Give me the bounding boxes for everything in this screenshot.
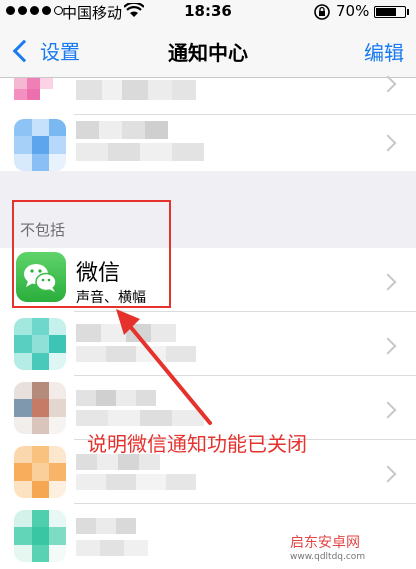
blurred-app-detail	[76, 474, 196, 490]
annotation-arrow	[116, 309, 212, 425]
watermark-url: www.qdltdq.com	[290, 552, 366, 562]
blurred-app-name	[76, 80, 196, 100]
blurred-app-name	[76, 518, 136, 534]
edit-button[interactable]: 编辑	[364, 37, 404, 66]
blurred-app-detail	[76, 540, 148, 556]
annotation-text: 说明微信通知功能已关闭	[87, 432, 307, 456]
watermark-title: 启东安卓网	[290, 535, 360, 551]
chevron-right-icon	[379, 401, 397, 419]
highlight-box	[12, 200, 171, 308]
app-icon	[14, 119, 66, 171]
app-icon	[14, 446, 66, 498]
blurred-app-name	[76, 121, 168, 139]
rotation-lock-icon	[314, 4, 330, 20]
app-icon	[14, 510, 66, 562]
list-item[interactable]	[0, 115, 416, 171]
battery-icon	[374, 6, 406, 18]
blurred-app-detail	[76, 143, 204, 161]
included-apps-list	[0, 75, 416, 171]
chevron-right-icon	[379, 134, 397, 152]
app-icon	[14, 78, 66, 100]
chevron-right-icon	[379, 273, 397, 291]
page-title: 通知中心	[168, 41, 248, 65]
app-icon	[14, 318, 66, 370]
chevron-right-icon	[379, 465, 397, 483]
app-icon	[14, 382, 66, 434]
battery-percentage: 70%	[336, 2, 370, 20]
status-bar: 中国移动 18:36 70%	[0, 0, 416, 24]
chevron-right-icon	[379, 337, 397, 355]
watermark: 启东安卓网 www.qdltdq.com	[290, 532, 365, 562]
list-item[interactable]	[0, 75, 416, 114]
navigation-bar: 设置 通知中心 编辑	[0, 24, 416, 78]
chevron-right-icon	[379, 75, 397, 93]
